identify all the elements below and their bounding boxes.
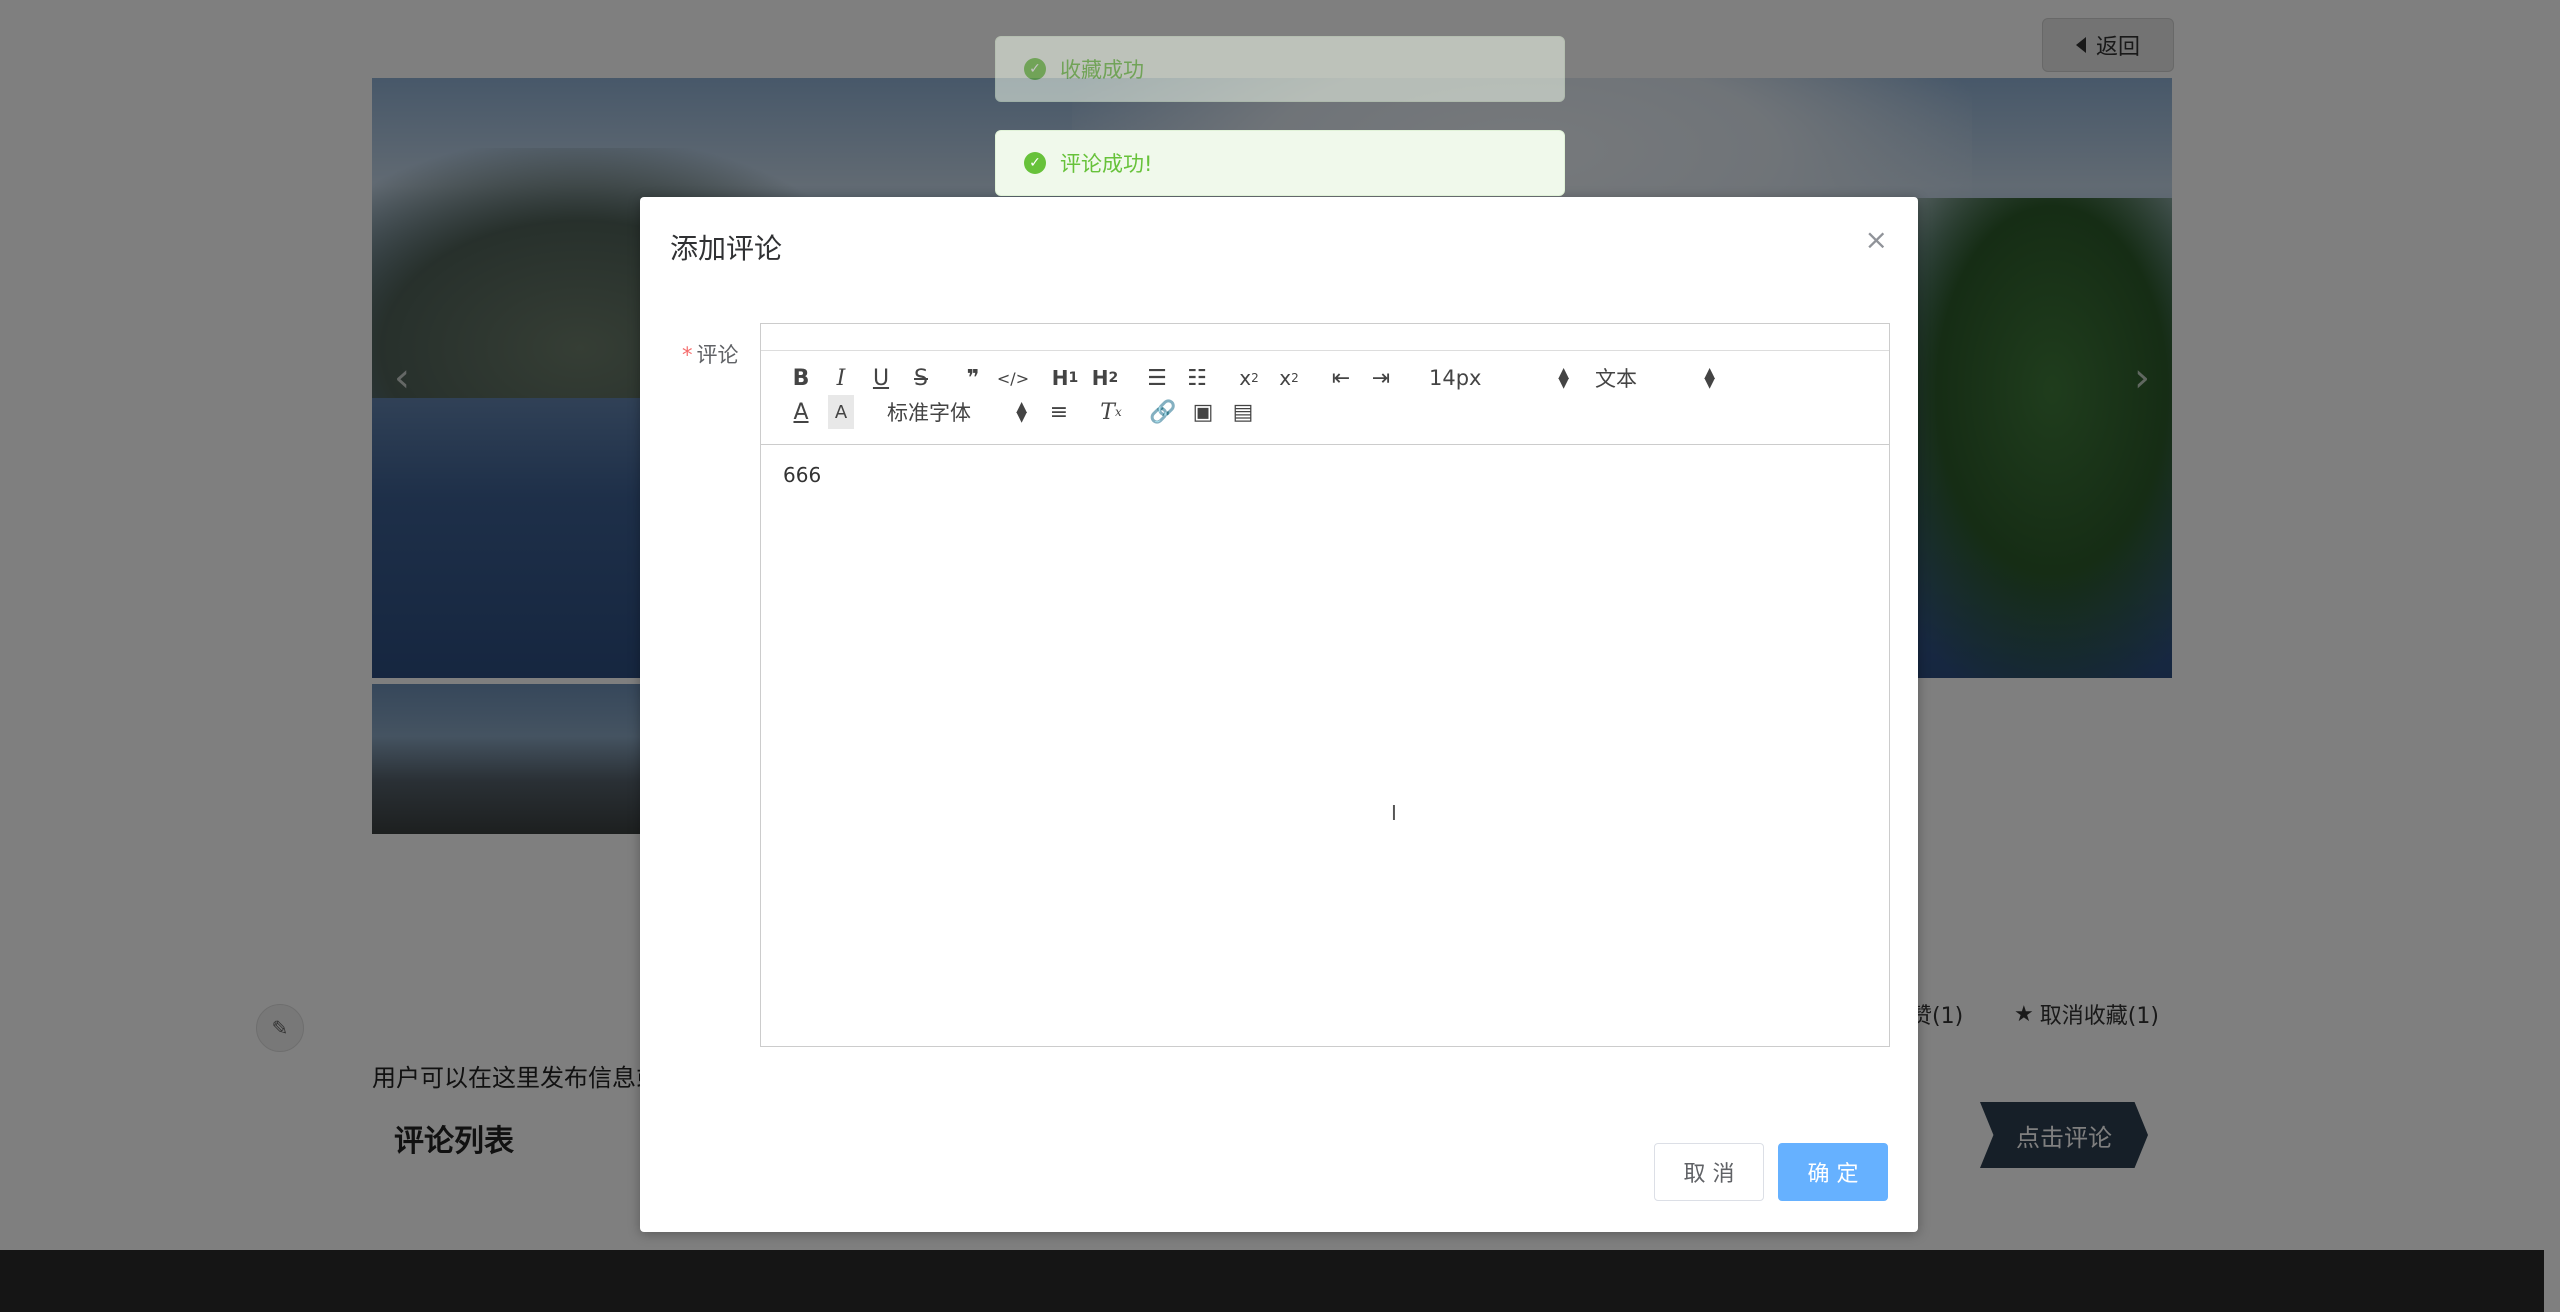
cancel-button[interactable]: 取 消 — [1654, 1143, 1764, 1201]
check-circle-icon: ✓ — [1024, 152, 1046, 174]
font-family-select[interactable]: 标准字体 ▲ ▼ — [873, 395, 1027, 429]
text-cursor-icon: I — [1391, 801, 1397, 825]
sort-caret-icon: ▲ ▼ — [1016, 399, 1027, 425]
align-left-icon[interactable]: ≡ — [1039, 395, 1079, 429]
check-circle-icon: ✓ — [1024, 58, 1046, 80]
rich-text-editor: B I U S ❞ </> H1 H2 ☰ ☷ x2 x2 ⇤ ⇥ 14px ▲… — [760, 323, 1890, 1047]
blockquote-icon[interactable]: ❞ — [953, 361, 993, 395]
code-block-icon[interactable]: </> — [993, 361, 1033, 395]
background-color-icon[interactable]: A — [828, 395, 854, 429]
italic-icon[interactable]: I — [821, 361, 861, 395]
add-comment-dialog: 添加评论 × * 评论 B I U S ❞ </> H1 H2 ☰ ☷ x2 x… — [640, 197, 1918, 1232]
dialog-title: 添加评论 — [670, 232, 783, 265]
header-select[interactable]: 文本 ▲ ▼ — [1595, 361, 1715, 395]
heading-1-icon[interactable]: H1 — [1045, 361, 1085, 395]
editor-content[interactable]: 666 I — [761, 445, 1889, 1035]
ordered-list-icon[interactable]: ☰ — [1137, 361, 1177, 395]
clear-format-icon[interactable]: Tx — [1091, 395, 1131, 429]
heading-2-icon[interactable]: H2 — [1085, 361, 1125, 395]
sort-caret-icon: ▲ ▼ — [1558, 365, 1569, 391]
editor-text: 666 — [783, 463, 822, 487]
close-icon[interactable]: × — [1865, 223, 1888, 256]
outdent-icon[interactable]: ⇤ — [1321, 361, 1361, 395]
comment-field-label: * 评论 — [682, 343, 739, 367]
toast-favorite-success: ✓ 收藏成功 — [995, 36, 1565, 102]
underline-icon[interactable]: U — [861, 361, 901, 395]
strikethrough-icon[interactable]: S — [901, 361, 941, 395]
bold-icon[interactable]: B — [781, 361, 821, 395]
toast-text: 评论成功! — [1060, 152, 1153, 176]
required-mark: * — [682, 343, 693, 367]
font-color-icon[interactable]: A — [781, 395, 821, 429]
font-size-select[interactable]: 14px ▲ ▼ — [1413, 361, 1569, 395]
confirm-button[interactable]: 确 定 — [1778, 1143, 1888, 1201]
toast-text: 收藏成功 — [1060, 58, 1144, 82]
indent-icon[interactable]: ⇥ — [1361, 361, 1401, 395]
subscript-icon[interactable]: x2 — [1229, 361, 1269, 395]
video-icon[interactable]: ▤ — [1223, 395, 1263, 429]
link-icon[interactable]: 🔗 — [1143, 395, 1183, 429]
toast-comment-success: ✓ 评论成功! — [995, 130, 1565, 196]
superscript-icon[interactable]: x2 — [1269, 361, 1309, 395]
sort-caret-icon: ▲ ▼ — [1704, 365, 1715, 391]
editor-toolbar: B I U S ❞ </> H1 H2 ☰ ☷ x2 x2 ⇤ ⇥ 14px ▲… — [761, 351, 1889, 445]
bullet-list-icon[interactable]: ☷ — [1177, 361, 1217, 395]
image-icon[interactable]: ▣ — [1183, 395, 1223, 429]
